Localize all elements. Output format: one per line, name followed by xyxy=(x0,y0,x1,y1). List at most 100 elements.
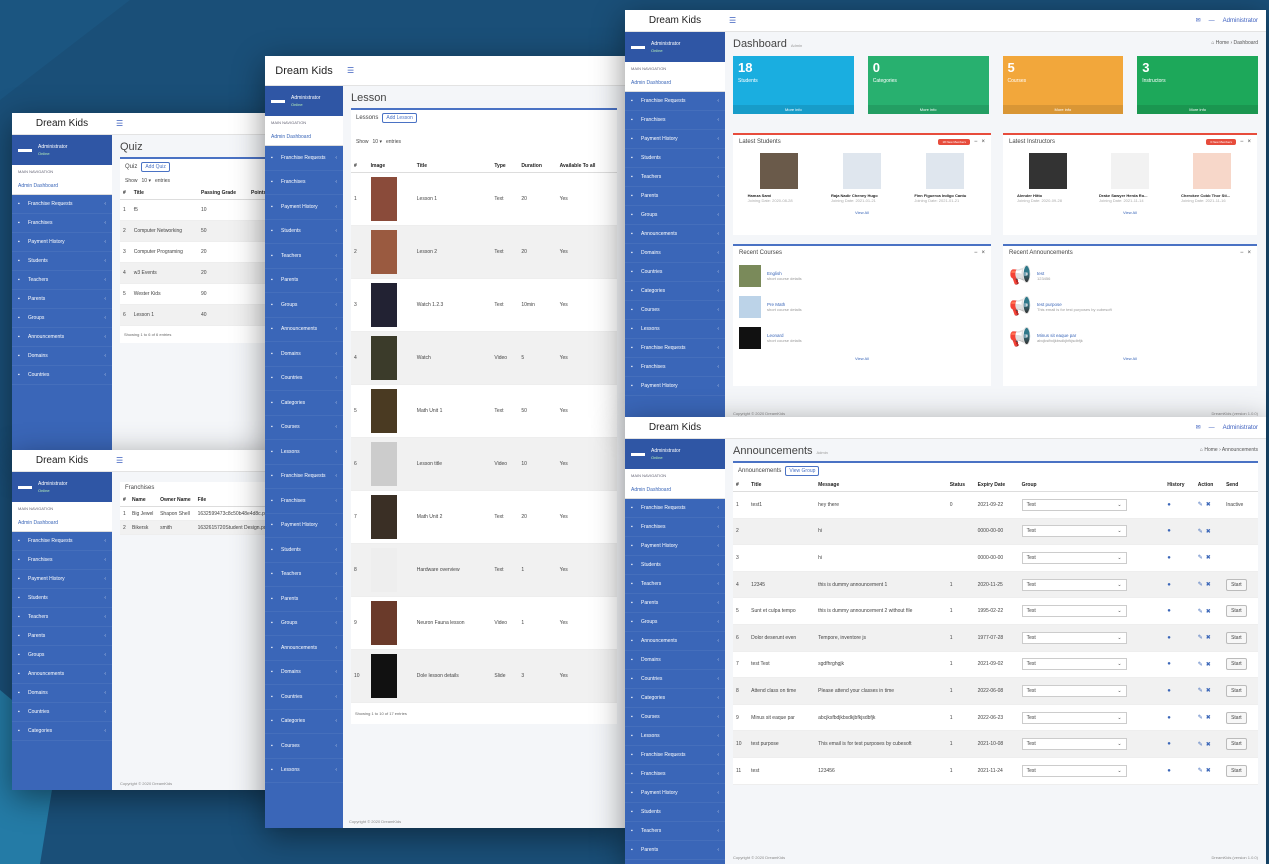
sidebar-item[interactable]: ▪ Franchises ‹ xyxy=(12,214,112,233)
edit-icon[interactable]: ✎ xyxy=(1198,688,1203,694)
sidebar-item[interactable]: ▪ Categories ‹ xyxy=(265,710,343,734)
sidebar-item[interactable]: ▪ Parents ‹ xyxy=(265,269,343,293)
sidebar-item[interactable]: ▪ Teachers ‹ xyxy=(625,575,725,594)
sidebar-item[interactable]: ▪ Franchises ‹ xyxy=(265,171,343,195)
start-button[interactable]: Start xyxy=(1226,658,1247,671)
sidebar-item[interactable]: ▪ Parents ‹ xyxy=(12,627,112,646)
sidebar-item[interactable]: ▪ Students ‹ xyxy=(265,538,343,563)
view-all-link[interactable]: View All xyxy=(733,207,991,218)
column-header[interactable]: Passing Grade xyxy=(198,187,249,200)
history-icon[interactable]: ● xyxy=(1167,741,1171,747)
sidebar-item[interactable]: ▪ Countries ‹ xyxy=(625,263,725,282)
delete-icon[interactable]: ✖ xyxy=(1206,742,1211,748)
sidebar-item[interactable]: ▪ Groups ‹ xyxy=(12,309,112,328)
collapse-icon[interactable]: − xyxy=(974,139,978,145)
sidebar-item[interactable]: ▪ Domains ‹ xyxy=(625,244,725,263)
group-select[interactable]: Test ⌄ xyxy=(1021,738,1127,751)
sidebar-item[interactable]: ▪ Payment History ‹ xyxy=(625,537,725,556)
edit-icon[interactable]: ✎ xyxy=(1198,529,1203,535)
tab-announcements[interactable]: Announcements xyxy=(738,468,781,474)
delete-icon[interactable]: ✖ xyxy=(1206,609,1211,615)
start-button[interactable]: Start xyxy=(1226,605,1247,618)
tab-quiz[interactable]: Quiz xyxy=(125,164,137,170)
more-info-link[interactable]: More info xyxy=(1137,105,1258,114)
edit-icon[interactable]: ✎ xyxy=(1198,555,1203,561)
sidebar-item[interactable]: ▪ Groups ‹ xyxy=(265,293,343,318)
start-button[interactable]: Start xyxy=(1226,684,1247,697)
group-select[interactable]: Test ⌄ xyxy=(1021,498,1127,511)
sidebar-item[interactable]: ▪ Groups ‹ xyxy=(625,206,725,225)
group-select[interactable]: Test ⌄ xyxy=(1021,764,1127,777)
list-item[interactable]: 📢 test 123456 xyxy=(1003,260,1257,291)
column-header[interactable]: Name xyxy=(129,494,158,507)
sidebar-item[interactable]: ▪ Students ‹ xyxy=(12,589,112,608)
group-select[interactable]: Test ⌄ xyxy=(1021,711,1127,724)
sidebar-item[interactable]: ▪ Groups ‹ xyxy=(625,613,725,632)
sidebar-item[interactable]: ▪ Courses ‹ xyxy=(265,734,343,759)
column-header[interactable]: Expiry Date xyxy=(974,479,1019,492)
sidebar-item[interactable]: ▪ Teachers ‹ xyxy=(625,168,725,187)
sidebar-item[interactable]: ▪ Countries ‹ xyxy=(265,367,343,391)
view-all-link[interactable]: View All xyxy=(1003,353,1257,364)
list-item[interactable]: Leonard short course details xyxy=(733,322,991,353)
breadcrumb-home[interactable]: Home xyxy=(1204,447,1217,453)
sidebar-item[interactable]: ▪ Lessons ‹ xyxy=(265,759,343,783)
list-item[interactable]: 📢 test purpose This email is for test purp… xyxy=(1003,291,1257,322)
history-icon[interactable]: ● xyxy=(1167,582,1171,588)
sidebar-item[interactable]: ▪ Announcements ‹ xyxy=(265,636,343,661)
delete-icon[interactable]: ✖ xyxy=(1206,688,1211,694)
collapse-icon[interactable]: − xyxy=(1240,139,1244,145)
sidebar-item[interactable]: ▪ Domains ‹ xyxy=(12,684,112,703)
sidebar-item[interactable]: ▪ Payment History ‹ xyxy=(625,377,725,396)
more-info-link[interactable]: More info xyxy=(1002,105,1124,114)
delete-icon[interactable]: ✖ xyxy=(1206,662,1211,668)
sidebar-item[interactable]: ▪ Payment History ‹ xyxy=(12,570,112,589)
sidebar-item[interactable]: ▪ Parents ‹ xyxy=(12,290,112,309)
edit-icon[interactable]: ✎ xyxy=(1198,715,1203,721)
sidebar-item[interactable]: ▪ Franchises ‹ xyxy=(265,489,343,514)
delete-icon[interactable]: ✖ xyxy=(1206,502,1211,508)
sidebar-item[interactable]: ▪ Franchise Requests ‹ xyxy=(625,499,725,518)
column-header[interactable]: Message xyxy=(815,479,947,492)
edit-icon[interactable]: ✎ xyxy=(1198,582,1203,588)
sidebar-item[interactable]: ▪ Students ‹ xyxy=(265,220,343,244)
group-select[interactable]: Test ⌄ xyxy=(1021,551,1127,564)
view-group-button[interactable]: View Group xyxy=(785,466,820,476)
collapse-icon[interactable]: − xyxy=(1240,250,1244,256)
menu-toggle-icon[interactable]: ☰ xyxy=(116,456,123,465)
person-card[interactable]: Cherokee Cobb Thor Sti... Joining Date: 2… xyxy=(1181,153,1243,203)
sidebar-item[interactable]: ▪ Franchise Requests ‹ xyxy=(625,92,725,111)
sidebar-item[interactable]: ▪ Announcements ‹ xyxy=(625,632,725,651)
announcement-title[interactable]: Minus sit eaque par xyxy=(1037,333,1083,338)
sidebar-item[interactable]: ▪ Courses ‹ xyxy=(265,416,343,440)
nav-dashboard[interactable]: Admin Dashboard xyxy=(265,129,343,146)
sidebar-item[interactable]: ▪ Announcements ‹ xyxy=(265,318,343,342)
column-header[interactable]: File xyxy=(194,494,274,507)
edit-icon[interactable]: ✎ xyxy=(1198,609,1203,615)
delete-icon[interactable]: ✖ xyxy=(1206,582,1211,588)
sidebar-item[interactable]: ▪ Franchises ‹ xyxy=(625,111,725,130)
list-item[interactable]: Pre Math short course details xyxy=(733,291,991,322)
history-icon[interactable]: ● xyxy=(1167,635,1171,641)
sidebar-item[interactable]: ▪ Franchise Requests ‹ xyxy=(625,746,725,765)
sidebar-item[interactable]: ▪ Categories ‹ xyxy=(625,282,725,301)
sidebar-item[interactable]: ▪ Domains ‹ xyxy=(265,661,343,685)
person-card[interactable]: Alender Hitto Joining Date: 2020-09-28 xyxy=(1017,153,1079,203)
sidebar-item[interactable]: ▪ Courses ‹ xyxy=(625,301,725,320)
close-icon[interactable]: × xyxy=(1247,250,1251,256)
sidebar-item[interactable]: ▪ Teachers ‹ xyxy=(265,563,343,587)
sidebar-item[interactable]: ▪ Groups ‹ xyxy=(12,646,112,665)
tab-lessons[interactable]: Lessons xyxy=(356,115,378,121)
sidebar-item[interactable]: ▪ Lessons ‹ xyxy=(625,727,725,746)
top-user-name[interactable]: Administrator xyxy=(1223,425,1258,431)
sidebar-item[interactable]: ▪ Franchise Requests ‹ xyxy=(625,339,725,358)
group-select[interactable]: Test ⌄ xyxy=(1021,684,1127,697)
group-select[interactable]: Test ⌄ xyxy=(1021,605,1127,618)
sidebar-item[interactable]: ▪ Payment History ‹ xyxy=(625,130,725,149)
sidebar-item[interactable]: ▪ Categories ‹ xyxy=(625,689,725,708)
close-icon[interactable]: × xyxy=(981,250,985,256)
column-header[interactable]: Owner Name xyxy=(157,494,195,507)
delete-icon[interactable]: ✖ xyxy=(1206,768,1211,774)
delete-icon[interactable]: ✖ xyxy=(1206,715,1211,721)
sidebar-item[interactable]: ▪ Countries ‹ xyxy=(625,670,725,689)
